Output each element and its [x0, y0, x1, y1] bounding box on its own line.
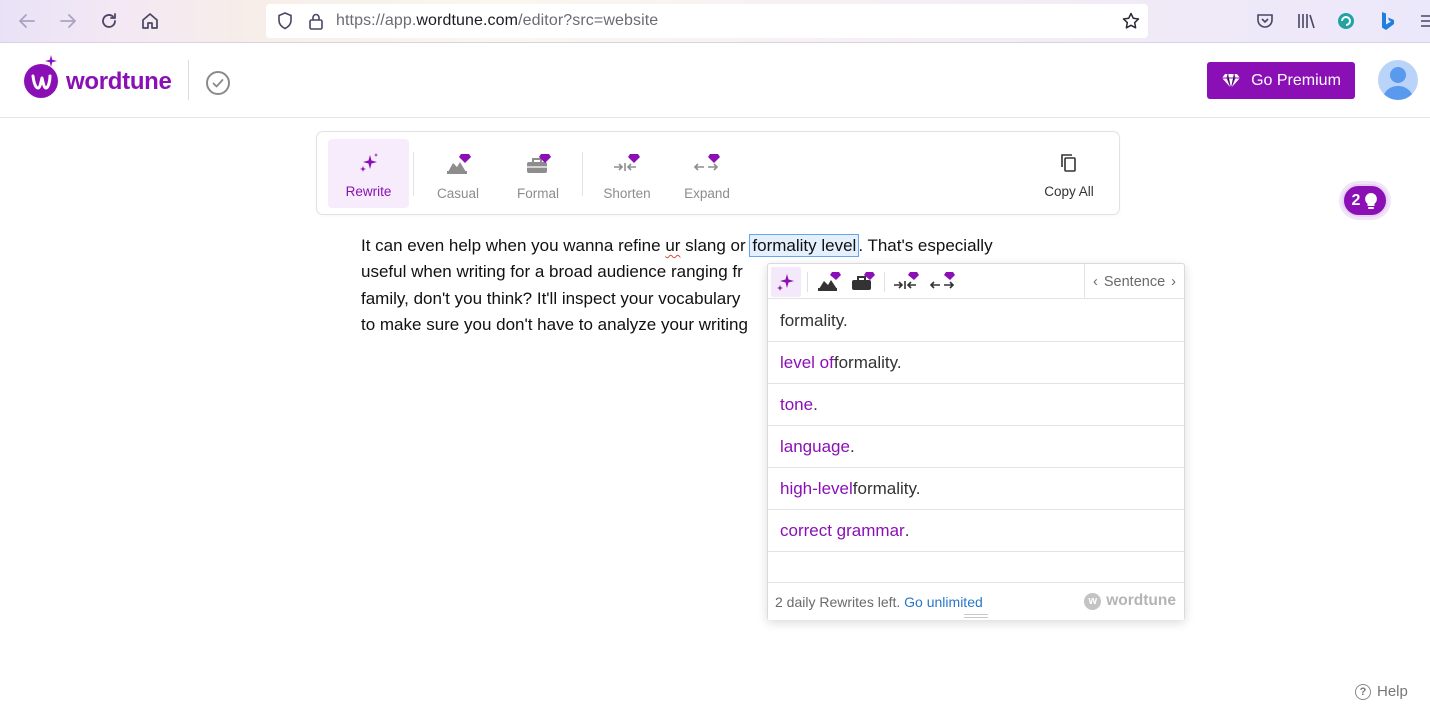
- pocket-icon[interactable]: [1255, 10, 1275, 32]
- rewrite-suggestions-popup: ‹ Sentence › formality. level of formali…: [767, 263, 1185, 620]
- suggestion-item[interactable]: language.: [768, 426, 1184, 468]
- popup-divider: [884, 272, 885, 292]
- copy-all-label: Copy All: [1044, 184, 1094, 199]
- suggestion-item[interactable]: tone.: [768, 384, 1184, 426]
- browser-toolbar: https://app.wordtune.com/editor?src=webs…: [0, 0, 1430, 43]
- logo-text[interactable]: wordtune: [66, 68, 172, 96]
- suggestions-count-badge[interactable]: 2: [1342, 184, 1388, 217]
- suggestions-count: 2: [1351, 191, 1361, 209]
- chevron-right-icon[interactable]: ›: [1171, 274, 1176, 290]
- popup-rewrite-tool[interactable]: [771, 267, 801, 297]
- popup-expand-tool[interactable]: [928, 267, 958, 297]
- tool-expand-label: Expand: [684, 186, 730, 201]
- toolbar-divider: [582, 152, 583, 196]
- footer-brand: w wordtune: [1084, 592, 1176, 610]
- help-button[interactable]: ? Help: [1355, 683, 1408, 700]
- popup-toolbar: ‹ Sentence ›: [768, 264, 1184, 299]
- popup-shorten-tool[interactable]: [892, 267, 922, 297]
- url-text[interactable]: https://app.wordtune.com/editor?src=webs…: [336, 12, 658, 30]
- popup-formal-tool[interactable]: [848, 267, 878, 297]
- lock-icon[interactable]: [306, 11, 326, 31]
- tool-shorten[interactable]: Shorten: [590, 139, 664, 208]
- chevron-left-icon[interactable]: ‹: [1093, 274, 1098, 290]
- shorten-arrows-icon: [894, 272, 919, 289]
- sentence-mode-label: Sentence: [1103, 273, 1166, 290]
- tool-casual[interactable]: Casual: [421, 139, 495, 208]
- url-bar[interactable]: https://app.wordtune.com/editor?src=webs…: [266, 4, 1148, 38]
- menu-icon[interactable]: [1416, 10, 1430, 32]
- expand-arrows-icon: [693, 154, 720, 171]
- extension-icon[interactable]: [1336, 10, 1356, 32]
- reload-icon[interactable]: [96, 8, 122, 34]
- expand-arrows-icon: [929, 272, 955, 289]
- rewrite-toolbar: Rewrite Casual Formal Shorten Expand Cop…: [316, 131, 1120, 215]
- casual-icon: [447, 154, 471, 174]
- suggestion-item[interactable]: formality.: [768, 300, 1184, 342]
- library-icon[interactable]: [1296, 10, 1316, 32]
- back-icon[interactable]: [14, 8, 40, 34]
- tool-shorten-label: Shorten: [603, 186, 651, 201]
- forward-icon[interactable]: [55, 8, 81, 34]
- go-premium-label: Go Premium: [1251, 71, 1341, 89]
- logo-sparkle-icon: [45, 55, 57, 67]
- bookmark-star-icon[interactable]: [1121, 11, 1141, 31]
- suggestion-item[interactable]: high-level formality.: [768, 468, 1184, 510]
- tool-rewrite-label: Rewrite: [345, 184, 392, 199]
- check-circle-icon[interactable]: [206, 71, 230, 95]
- wordtune-mark-icon: w: [1084, 592, 1102, 610]
- home-icon[interactable]: [137, 8, 163, 34]
- popup-footer: 2 daily Rewrites left. Go unlimited w wo…: [768, 582, 1184, 620]
- sentence-mode-selector[interactable]: ‹ Sentence ›: [1084, 264, 1184, 299]
- selected-text[interactable]: formality level: [749, 234, 860, 257]
- casual-icon: [818, 272, 841, 291]
- suggestion-item[interactable]: level of formality.: [768, 342, 1184, 384]
- copy-icon: [1061, 154, 1076, 172]
- wordtune-logo-icon[interactable]: [24, 64, 58, 98]
- tool-formal[interactable]: Formal: [501, 139, 575, 208]
- briefcase-icon: [852, 272, 875, 290]
- tool-expand[interactable]: Expand: [670, 139, 744, 208]
- go-unlimited-link[interactable]: Go unlimited: [904, 594, 983, 610]
- lightbulb-icon: [1365, 192, 1378, 209]
- bing-icon[interactable]: [1377, 10, 1397, 32]
- suggestion-item[interactable]: correct grammar.: [768, 510, 1184, 552]
- header-divider: [188, 60, 189, 100]
- popup-divider: [807, 272, 808, 292]
- diamond-icon: [1222, 73, 1241, 88]
- help-icon: ?: [1355, 683, 1371, 700]
- go-premium-button[interactable]: Go Premium: [1207, 62, 1355, 99]
- shield-icon[interactable]: [275, 11, 295, 31]
- tool-rewrite[interactable]: Rewrite: [328, 139, 409, 208]
- avatar[interactable]: [1378, 60, 1418, 100]
- briefcase-icon: [527, 154, 551, 173]
- sparkles-icon: [359, 153, 378, 172]
- tool-casual-label: Casual: [436, 186, 480, 201]
- sparkles-icon: [777, 274, 794, 291]
- help-label: Help: [1377, 683, 1408, 700]
- popup-casual-tool[interactable]: [814, 267, 844, 297]
- misspelled-word[interactable]: ur: [665, 236, 680, 255]
- resize-handle-icon[interactable]: [964, 614, 988, 618]
- shorten-arrows-icon: [614, 154, 640, 171]
- toolbar-divider: [413, 152, 414, 196]
- editor-line: It can even help when you wanna refine u…: [361, 234, 993, 257]
- app-header: wordtune Go Premium: [0, 44, 1430, 118]
- tool-formal-label: Formal: [516, 186, 559, 201]
- rewrites-left-text: 2 daily Rewrites left. Go unlimited: [775, 594, 983, 610]
- copy-all-button[interactable]: Copy All: [1034, 139, 1104, 208]
